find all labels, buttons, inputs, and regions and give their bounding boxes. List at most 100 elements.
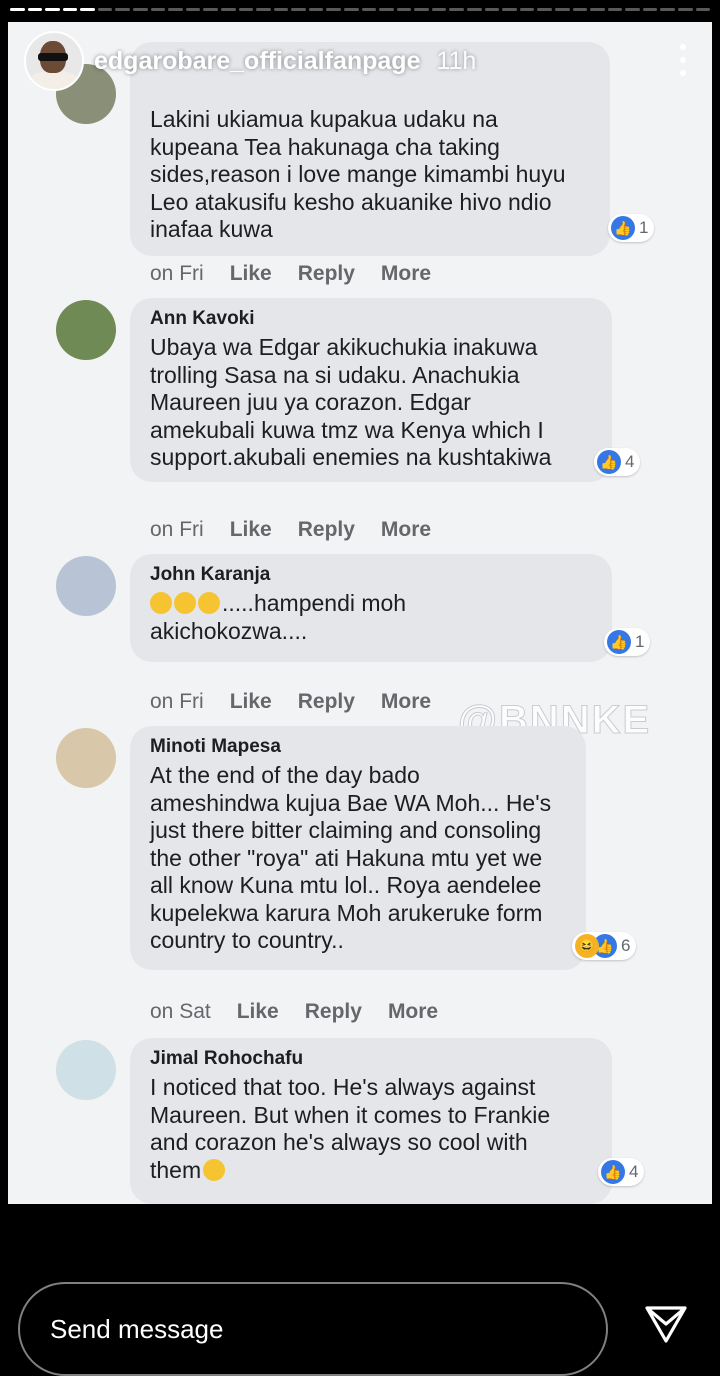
progress-segment (185, 8, 201, 11)
progress-segment (572, 8, 588, 11)
progress-segment (256, 8, 271, 11)
send-message-input[interactable]: Send message (18, 1282, 608, 1376)
comment-time[interactable]: on Fri (150, 690, 204, 714)
haha-icon: 😆 (575, 934, 599, 958)
progress-segment (150, 8, 166, 11)
progress-segment (291, 8, 306, 11)
progress-segment (273, 8, 289, 11)
commenter-name[interactable]: John Karanja (150, 564, 592, 586)
like-icon: 👍 (611, 216, 635, 240)
reply-button[interactable]: Reply (305, 1000, 362, 1024)
progress-segment (519, 8, 535, 11)
like-icon: 👍 (607, 630, 631, 654)
more-button[interactable]: More (388, 1000, 438, 1024)
progress-segment (62, 8, 78, 11)
sad-emoji-icon (198, 592, 220, 614)
progress-segment (607, 8, 623, 11)
progress-segment (343, 8, 359, 11)
reply-button[interactable]: Reply (298, 518, 355, 542)
sad-emoji-icon (203, 1158, 226, 1181)
comment-actions: on Fri Like Reply More (150, 690, 431, 714)
reaction-summary[interactable]: 👍 1 (604, 628, 651, 656)
avatar[interactable] (56, 1040, 116, 1100)
comment-text: At the end of the day bado ameshindwa ku… (150, 762, 552, 953)
comment-text: Lakini ukiamua kupakua udaku na kupeana … (150, 106, 566, 242)
comment-time[interactable]: on Fri (150, 518, 204, 542)
like-button[interactable]: Like (237, 1000, 279, 1024)
comment-time[interactable]: on Fri (150, 262, 204, 286)
reaction-count: 6 (621, 936, 631, 955)
reply-button[interactable]: Reply (298, 690, 355, 714)
like-button[interactable]: Like (230, 518, 272, 542)
more-button[interactable]: More (381, 518, 431, 542)
progress-segment (133, 8, 148, 11)
comment-bubble: Ann Kavoki Ubaya wa Edgar akikuchukia in… (130, 298, 612, 482)
avatar[interactable] (56, 728, 116, 788)
reaction-count: 1 (635, 632, 645, 651)
progress-segment (590, 8, 605, 11)
comment-bubble: Jimal Rohochafu I noticed that too. He's… (130, 1038, 612, 1204)
reaction-count: 1 (639, 218, 649, 237)
reaction-count: 4 (629, 1162, 639, 1181)
progress-segment (238, 8, 254, 11)
like-button[interactable]: Like (230, 262, 272, 286)
progress-segment (396, 8, 412, 11)
like-icon: 👍 (601, 1160, 625, 1184)
progress-segment (467, 8, 482, 11)
more-button[interactable]: More (381, 690, 431, 714)
progress-segment (677, 8, 693, 11)
avatar[interactable] (56, 556, 116, 616)
story-progress-bar (10, 8, 711, 11)
progress-segment (115, 8, 131, 11)
comment-text: I noticed that too. He's always against … (150, 1074, 592, 1184)
progress-segment (326, 8, 341, 11)
avatar[interactable] (56, 300, 116, 360)
sad-emoji-icon (174, 592, 196, 614)
progress-segment (695, 8, 711, 11)
progress-segment (554, 8, 570, 11)
comment-actions: on Sat Like Reply More (150, 1000, 438, 1024)
progress-segment (168, 8, 183, 11)
progress-segment (484, 8, 500, 11)
progress-segment (537, 8, 552, 11)
comment-time[interactable]: on Sat (150, 1000, 211, 1024)
story-header: edgarobare_officialfanpage 11h (24, 30, 696, 92)
commenter-name[interactable]: Minoti Mapesa (150, 736, 566, 758)
commenter-name[interactable]: Jimal Rohochafu (150, 1048, 592, 1070)
like-icon: 👍 (597, 450, 621, 474)
story-username[interactable]: edgarobare_officialfanpage (94, 47, 420, 76)
more-options-icon[interactable] (678, 44, 688, 76)
reply-button[interactable]: Reply (298, 262, 355, 286)
story-avatar[interactable] (24, 31, 84, 91)
progress-segment (414, 8, 429, 11)
like-button[interactable]: Like (230, 690, 272, 714)
reaction-summary[interactable]: 👍 1 (608, 214, 655, 242)
progress-segment (449, 8, 465, 11)
progress-segment (45, 8, 60, 11)
more-button[interactable]: More (381, 262, 431, 286)
screenshot-card: Lakini ukiamua kupakua udaku na kupeana … (8, 22, 712, 1204)
reaction-summary[interactable]: 👍 4 (598, 1158, 645, 1186)
comment-bubble: Minoti Mapesa At the end of the day bado… (130, 726, 586, 970)
progress-segment (379, 8, 394, 11)
progress-segment (97, 8, 113, 11)
progress-segment (10, 8, 25, 11)
progress-segment (308, 8, 324, 11)
progress-segment (80, 8, 95, 11)
reaction-summary[interactable]: 😆 👍 6 (572, 932, 637, 960)
reaction-summary[interactable]: 👍 4 (594, 448, 641, 476)
reaction-count: 4 (625, 452, 635, 471)
send-message-placeholder: Send message (50, 1314, 224, 1344)
story-timestamp: 11h (436, 46, 477, 75)
comment-text: .....hampendi moh akichokozwa.... (150, 590, 592, 645)
progress-segment (220, 8, 236, 11)
progress-segment (660, 8, 675, 11)
progress-segment (361, 8, 377, 11)
commenter-name[interactable]: Ann Kavoki (150, 308, 592, 330)
comment-actions: on Fri Like Reply More (150, 518, 431, 542)
send-icon[interactable] (644, 1304, 688, 1344)
progress-segment (431, 8, 447, 11)
sad-emoji-icon (150, 592, 172, 614)
progress-segment (642, 8, 658, 11)
comment-actions: on Fri Like Reply More (150, 262, 431, 286)
